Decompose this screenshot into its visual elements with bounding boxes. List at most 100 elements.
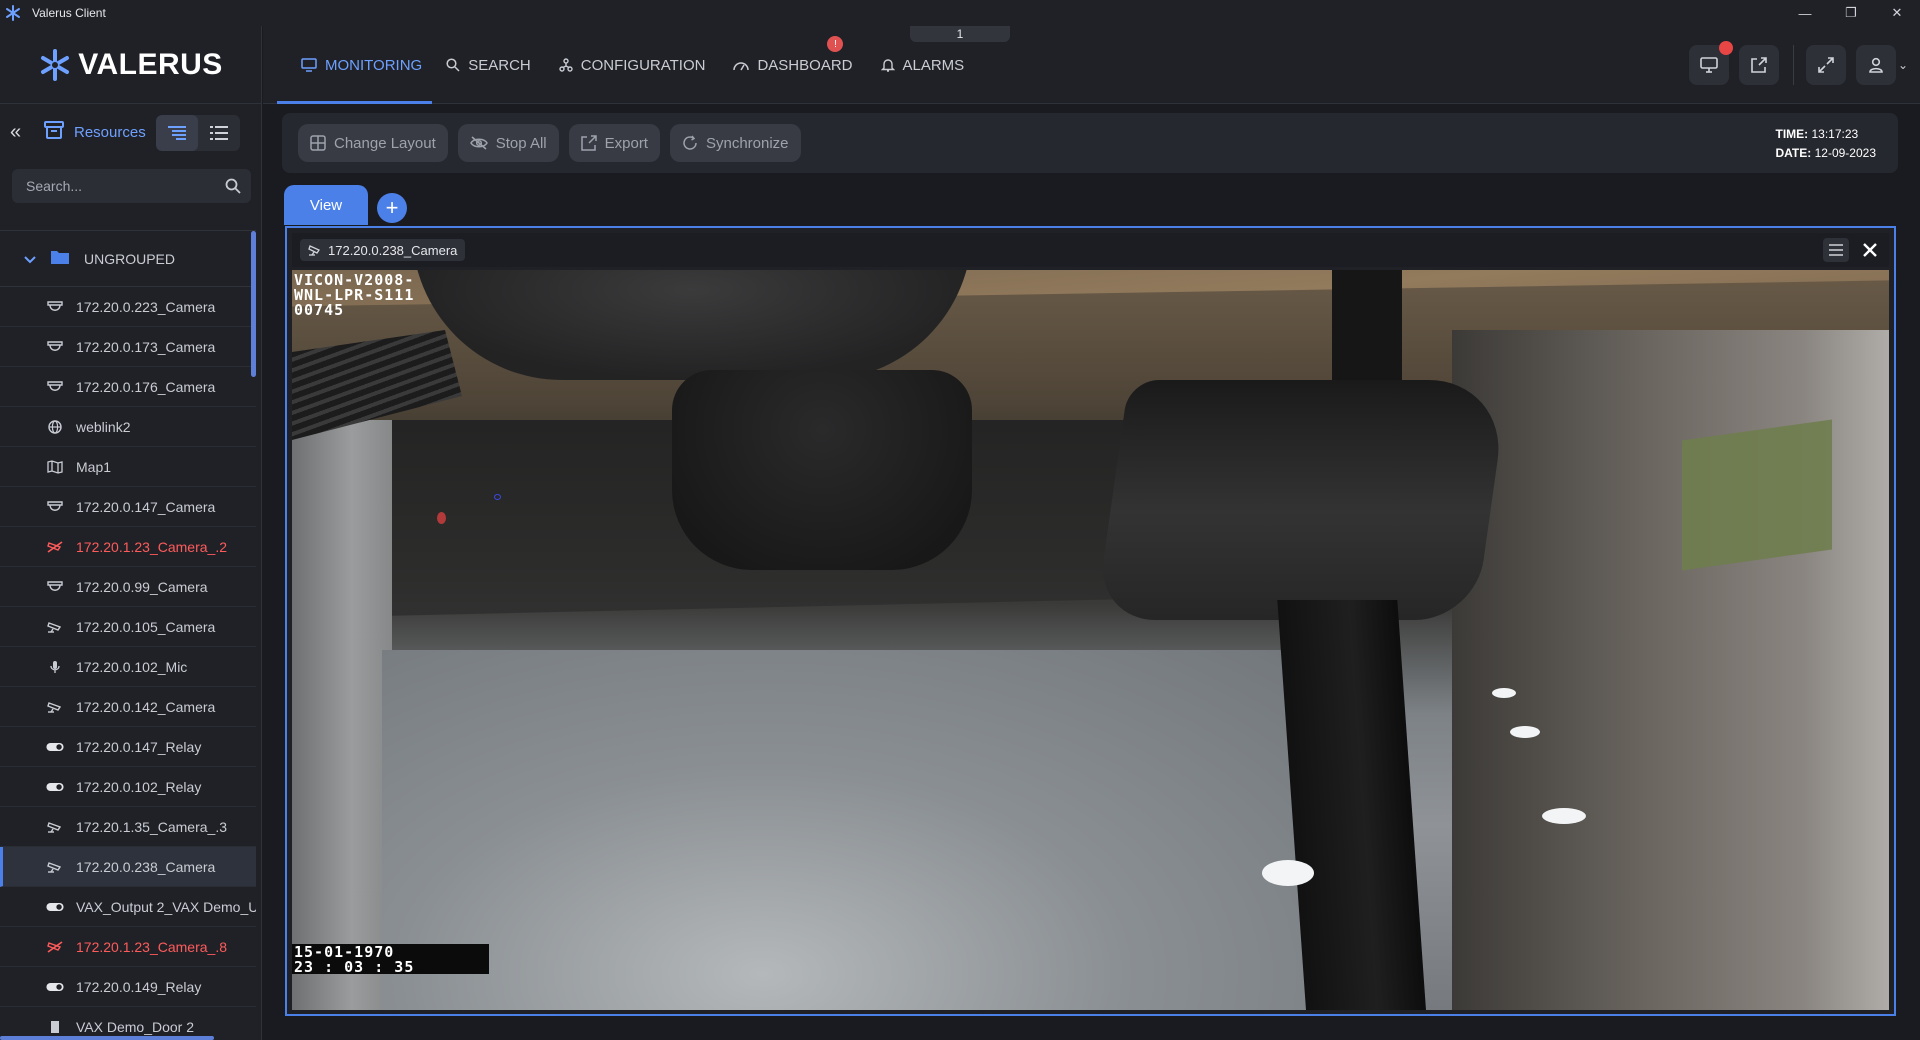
tree-item[interactable]: 172.20.0.176_Camera (0, 367, 256, 407)
tree-item-label: 172.20.1.23_Camera_.8 (76, 938, 227, 955)
notifications-button[interactable] (1688, 41, 1733, 85)
video-scene-dome (412, 270, 972, 380)
tile-menu-button[interactable] (1823, 238, 1849, 262)
fullscreen-button[interactable] (1805, 45, 1846, 85)
video-scene-wall (292, 420, 392, 1010)
tree-item-label: weblink2 (76, 418, 131, 435)
stop-all-button[interactable]: Stop All (457, 124, 559, 162)
camera-offline-icon (46, 540, 64, 553)
export-label: Export (604, 134, 648, 152)
close-window-button[interactable]: ✕ (1874, 0, 1920, 26)
nav-tab-label: ALARMS (902, 56, 965, 74)
osd-camera-model: VICON-V2008- WNL-LPR-S111 00745 (294, 273, 414, 318)
time-label: TIME: (1775, 127, 1809, 141)
view-tab[interactable]: View (284, 185, 368, 225)
osd-line-3: 00745 (294, 301, 345, 319)
osd-time: 23 : 03 : 35 (294, 958, 415, 976)
tree-view-button[interactable] (155, 114, 198, 151)
tree-item[interactable]: 172.20.0.99_Camera (0, 567, 256, 607)
tree-horizontal-scrollbar[interactable] (0, 1036, 214, 1040)
nav-tab-label: CONFIGURATION (580, 56, 706, 74)
tree-item[interactable]: 172.20.1.23_Camera_.2 (0, 527, 256, 567)
resources-bar: « Resources (0, 104, 261, 161)
share-button[interactable] (1738, 45, 1779, 85)
resource-search (12, 169, 251, 203)
minimize-button[interactable]: — (1782, 0, 1828, 26)
dome-camera-icon (46, 500, 64, 513)
change-layout-button[interactable]: Change Layout (298, 124, 448, 162)
resources-label[interactable]: Resources (74, 124, 146, 141)
tree-item[interactable]: 172.20.0.173_Camera (0, 327, 256, 367)
valerus-logo-icon (41, 48, 70, 81)
video-scene-floor (382, 650, 1332, 1010)
dashboard-icon (733, 59, 750, 71)
tree-item[interactable]: 172.20.1.23_Camera_.8 (0, 927, 256, 967)
tree-item-label: 172.20.0.99_Camera (76, 578, 208, 595)
chevron-down-icon[interactable] (24, 251, 36, 267)
tree-item[interactable]: VAX_Output 2_VAX Demo_U (0, 887, 256, 927)
nav-tab-search[interactable]: SEARCH (432, 26, 545, 104)
door-icon (46, 1020, 64, 1034)
search-icon[interactable] (225, 178, 241, 194)
tree-item-label: 172.20.0.105_Camera (76, 618, 216, 635)
tree-item[interactable]: 172.20.0.102_Relay (0, 767, 256, 807)
dome-camera-icon (46, 580, 64, 593)
tree-item-label: 172.20.0.102_Mic (76, 658, 188, 675)
tree-item-label: VAX Demo_Door 2 (76, 1018, 195, 1035)
hamburger-menu-icon (1829, 244, 1843, 256)
list-view-button[interactable] (198, 115, 240, 151)
tree-item[interactable]: 172.20.1.35_Camera_.3 (0, 807, 256, 847)
user-menu-button[interactable] (1855, 45, 1896, 85)
tree-item[interactable]: 172.20.0.238_Camera (0, 847, 256, 887)
tree-item[interactable]: weblink2 (0, 407, 256, 447)
monitoring-toolbar: Change Layout Stop All Export Synchroniz… (282, 113, 1898, 173)
resource-tree: UNGROUPED 172.20.0.223_Camera 172.20.0.17… (0, 230, 256, 1040)
video-scene-blue-marker (494, 494, 501, 500)
tree-item[interactable]: 172.20.0.149_Relay (0, 967, 256, 1007)
tree-item[interactable]: Map1 (0, 447, 256, 487)
tree-item[interactable]: 172.20.0.147_Relay (0, 727, 256, 767)
nav-tab-dashboard[interactable]: DASHBOARD! (719, 26, 866, 104)
resources-icon (44, 121, 64, 144)
collapse-sidebar-icon[interactable]: « (10, 121, 32, 144)
camera-icon (46, 701, 64, 713)
monitor-alert-icon (1700, 57, 1718, 73)
chevron-down-icon[interactable]: ⌄ (1898, 58, 1908, 72)
dashboard-alert-badge: ! (827, 36, 844, 52)
restore-button[interactable]: ❐ (1828, 0, 1874, 26)
group-ungrouped[interactable]: UNGROUPED (0, 231, 256, 287)
camera-tile-name: 172.20.0.238_Camera (328, 242, 458, 258)
camera-tile-label[interactable]: 172.20.0.238_Camera (300, 239, 466, 261)
nav-tab-monitoring[interactable]: MONITORING (263, 26, 433, 104)
date-value: 12-09-2023 (1814, 146, 1876, 160)
video-scene-green-panel (1682, 419, 1832, 571)
share-icon (1751, 57, 1767, 73)
close-tile-button[interactable] (1857, 237, 1883, 263)
synchronize-button[interactable]: Synchronize (669, 124, 801, 162)
video-view-frame: 172.20.0.238_Camera VICON-V2008- WNL-LPR… (285, 226, 1896, 1016)
page-indicator[interactable]: 1 (910, 26, 1010, 42)
sidebar: VALERUS « Resources UNGROUPED (0, 26, 262, 1040)
relay-toggle-icon (46, 902, 64, 912)
video-scene-housing (1095, 380, 1509, 620)
video-scene-mount (672, 370, 972, 570)
nav-tab-configuration[interactable]: CONFIGURATION (545, 26, 720, 104)
camera-icon (46, 621, 64, 633)
brand-logo: VALERUS (0, 26, 261, 104)
tree-item[interactable]: 172.20.0.102_Mic (0, 647, 256, 687)
add-view-button[interactable]: + (377, 193, 407, 223)
tree-item[interactable]: 172.20.0.223_Camera (0, 287, 256, 327)
view-mode-toggle (155, 114, 240, 151)
camera-offline-icon (46, 940, 64, 953)
camera-video-feed[interactable]: VICON-V2008- WNL-LPR-S111 00745 15-01-19… (292, 270, 1889, 1010)
tree-item-label: 172.20.0.223_Camera (76, 298, 216, 315)
folder-icon (50, 249, 70, 268)
tree-item[interactable]: 172.20.0.147_Camera (0, 487, 256, 527)
tree-item[interactable]: 172.20.0.105_Camera (0, 607, 256, 647)
resource-search-input[interactable] (26, 178, 225, 194)
export-button[interactable]: Export (568, 124, 660, 162)
tree-item[interactable]: 172.20.0.142_Camera (0, 687, 256, 727)
video-scene-light (1510, 726, 1540, 738)
tree-scrollbar[interactable] (251, 231, 256, 377)
eye-off-icon (469, 136, 488, 150)
